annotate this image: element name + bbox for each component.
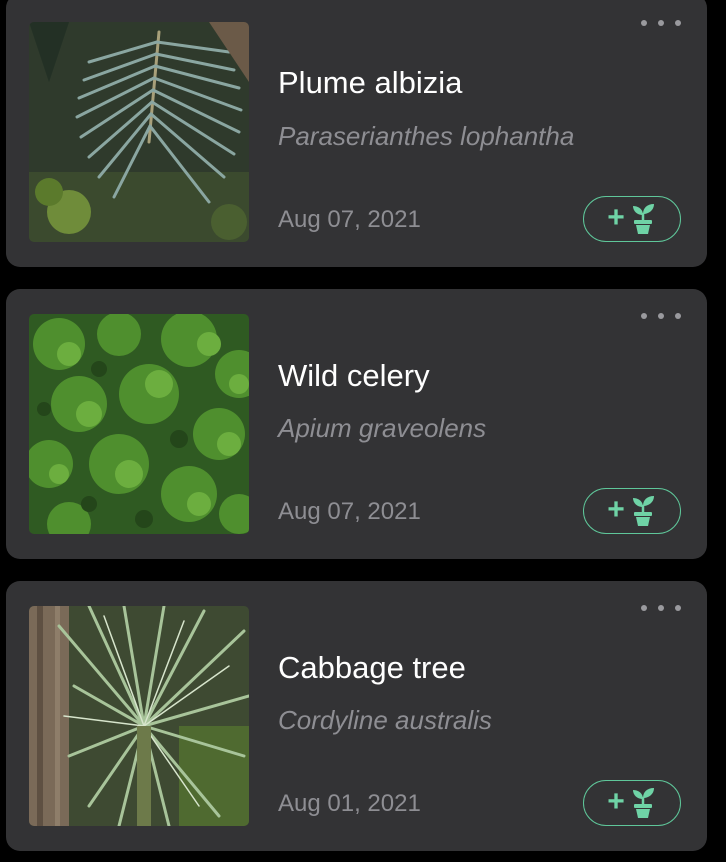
more-options-icon[interactable] [641,306,681,326]
plant-common-name: Wild celery [278,358,430,393]
plant-card[interactable]: Wild celery Apium graveolens Aug 07, 202… [6,289,707,559]
more-options-icon[interactable] [641,598,681,618]
plant-photo-cabbage-tree[interactable] [29,606,249,826]
identified-date: Aug 07, 2021 [278,498,421,525]
plant-common-name: Plume albizia [278,65,463,100]
plant-scientific-name: Apium graveolens [278,413,487,443]
more-options-icon[interactable] [641,13,681,33]
plant-card[interactable]: Cabbage tree Cordyline australis Aug 01,… [6,581,707,851]
plus-icon: + [607,201,625,234]
potted-plant-icon [629,787,657,819]
potted-plant-icon [629,495,657,527]
identified-date: Aug 01, 2021 [278,790,421,817]
plant-scientific-name: Cordyline australis [278,705,492,735]
plus-icon: + [607,785,625,818]
plant-photo-wild-celery[interactable] [29,314,249,534]
plant-common-name: Cabbage tree [278,650,466,685]
plant-photo-plume-albizia[interactable] [29,22,249,242]
plant-history-list: Plume albizia Paraserianthes lophantha A… [0,0,726,862]
plant-card[interactable]: Plume albizia Paraserianthes lophantha A… [6,0,707,267]
add-to-garden-button[interactable]: + [583,780,681,826]
identified-date: Aug 07, 2021 [278,206,421,233]
potted-plant-icon [629,203,657,235]
add-to-garden-button[interactable]: + [583,196,681,242]
plant-scientific-name: Paraserianthes lophantha [278,121,575,151]
plus-icon: + [607,493,625,526]
add-to-garden-button[interactable]: + [583,488,681,534]
